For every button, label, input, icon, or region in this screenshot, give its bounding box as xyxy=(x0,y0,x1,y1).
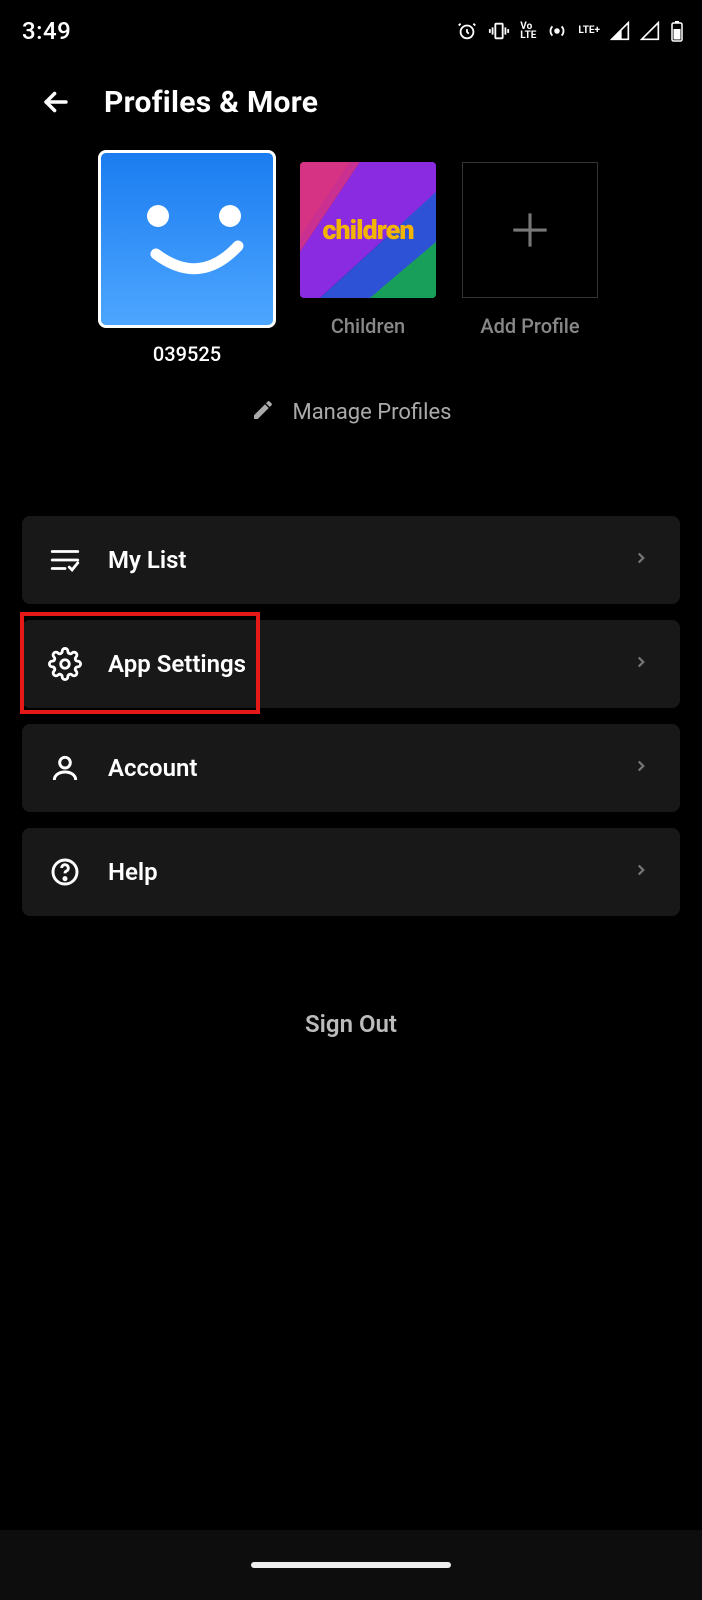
profile-avatar-smiley xyxy=(100,152,274,326)
header: Profiles & More xyxy=(0,58,702,142)
profile-avatar-children: children xyxy=(300,162,436,298)
plus-icon xyxy=(505,205,555,255)
gear-icon xyxy=(44,647,86,681)
home-indicator[interactable] xyxy=(251,1562,451,1568)
network-type-label: LTE+ xyxy=(578,26,600,36)
status-icons: VoLTE LTE+ xyxy=(456,20,684,42)
list-check-icon xyxy=(44,543,86,577)
menu-item-my-list[interactable]: My List xyxy=(22,516,680,604)
signal-icon-1 xyxy=(610,21,630,41)
vibrate-icon xyxy=(488,20,510,42)
status-bar: 3:49 VoLTE LTE+ xyxy=(0,0,702,58)
profile-name: Add Profile xyxy=(480,314,579,338)
profile-name: 039525 xyxy=(153,342,221,366)
profiles-row: 039525 children Children xyxy=(0,142,702,366)
sign-out-button[interactable]: Sign Out xyxy=(0,1010,702,1038)
pencil-icon xyxy=(251,398,275,426)
person-icon xyxy=(44,752,86,784)
menu-label: App Settings xyxy=(108,650,632,678)
menu-item-help[interactable]: Help xyxy=(22,828,680,916)
menu-label: My List xyxy=(108,546,632,574)
back-button[interactable] xyxy=(36,82,76,122)
add-profile-button[interactable]: Add Profile xyxy=(462,152,598,366)
profile-item-primary[interactable]: 039525 xyxy=(100,152,274,366)
page-title: Profiles & More xyxy=(104,85,318,120)
smiley-face-icon xyxy=(100,152,274,326)
hotspot-icon xyxy=(546,20,568,42)
children-profile-label: children xyxy=(322,214,413,246)
volte-icon: VoLTE xyxy=(520,22,536,40)
status-time: 3:49 xyxy=(22,17,71,45)
sign-out-label: Sign Out xyxy=(305,1010,397,1038)
add-profile-tile xyxy=(462,162,598,298)
manage-profiles-button[interactable]: Manage Profiles xyxy=(0,398,702,426)
manage-profiles-label: Manage Profiles xyxy=(293,400,452,425)
nav-bar xyxy=(0,1530,702,1600)
profile-name: Children xyxy=(331,314,405,338)
chevron-right-icon xyxy=(632,549,650,571)
menu-item-account[interactable]: Account xyxy=(22,724,680,812)
menu-label: Help xyxy=(108,858,632,886)
chevron-right-icon xyxy=(632,653,650,675)
chevron-right-icon xyxy=(632,757,650,779)
chevron-right-icon xyxy=(632,861,650,883)
alarm-icon xyxy=(456,20,478,42)
help-icon xyxy=(44,856,86,888)
menu-label: Account xyxy=(108,754,632,782)
menu-item-app-settings[interactable]: App Settings xyxy=(22,620,680,708)
arrow-left-icon xyxy=(39,85,73,119)
signal-icon-2 xyxy=(640,21,660,41)
profile-item-children[interactable]: children Children xyxy=(300,152,436,366)
battery-icon xyxy=(670,20,684,42)
menu-list: My List App Settings Account Help xyxy=(0,426,702,916)
